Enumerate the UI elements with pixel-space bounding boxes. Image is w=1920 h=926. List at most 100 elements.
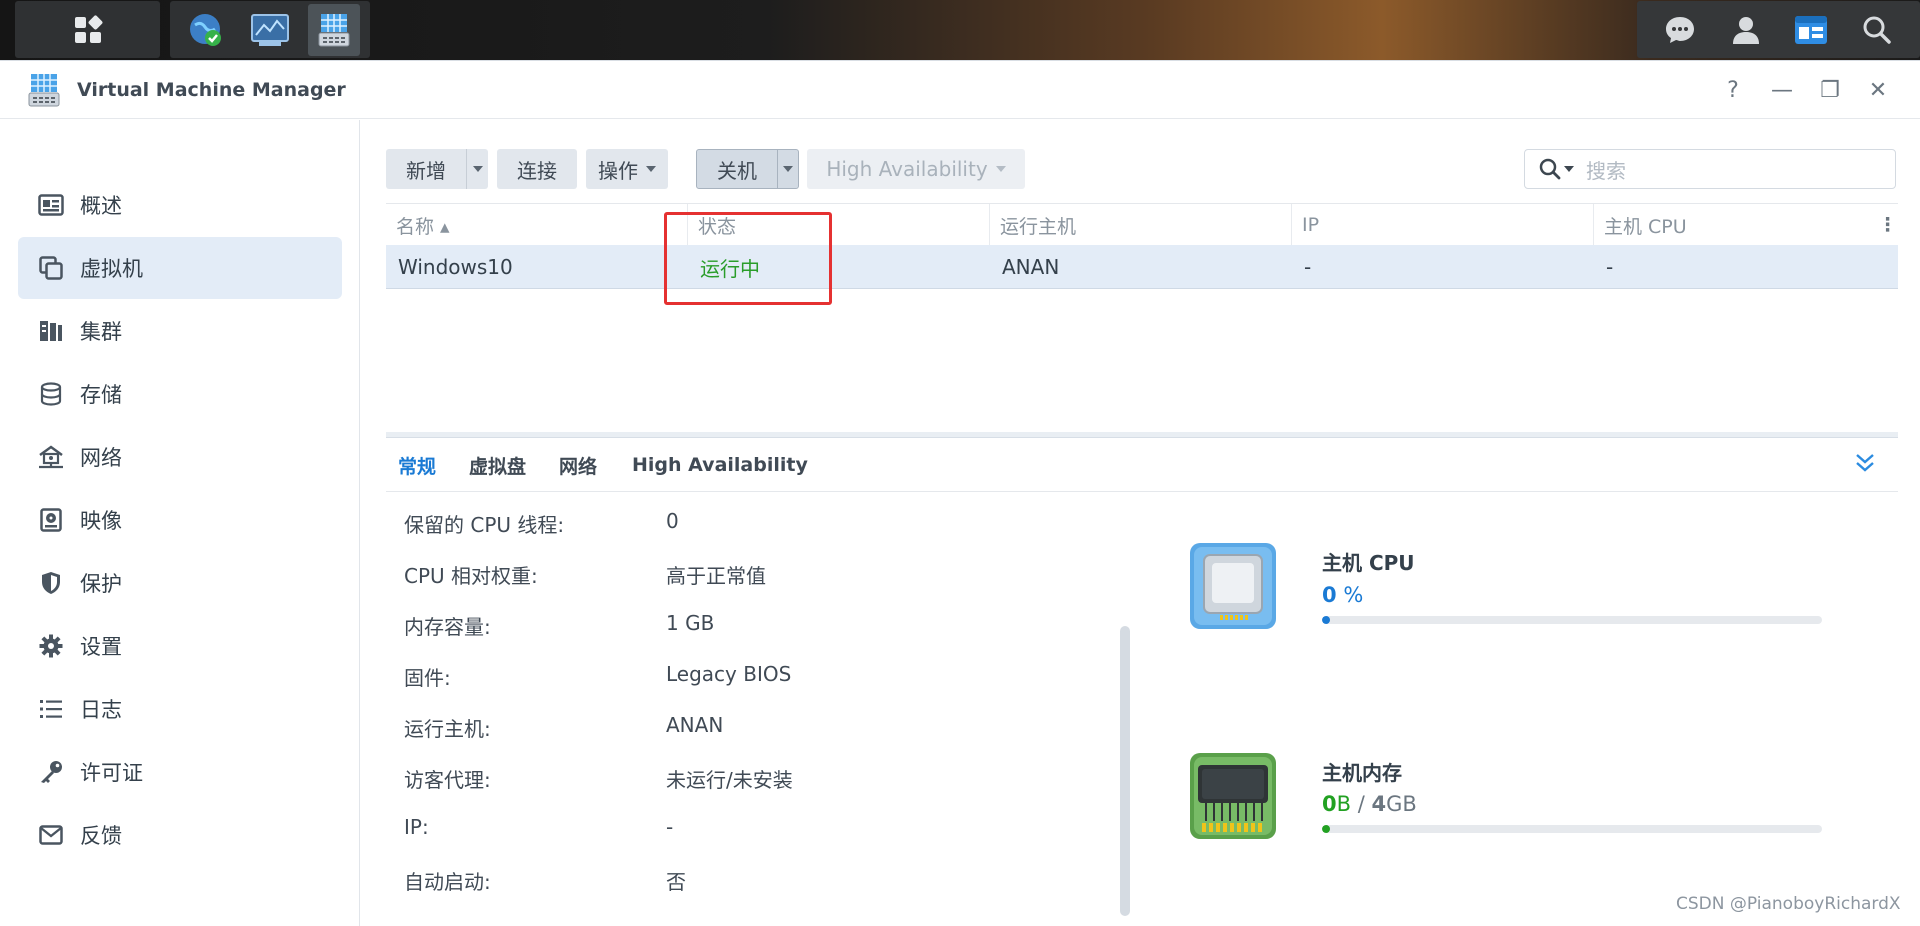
virtual-machine-manager-icon: [27, 72, 61, 112]
virtual-machine-manager-taskbar-icon[interactable]: [308, 3, 360, 56]
property-value: Legacy BIOS: [666, 662, 792, 686]
vm-host-cell: ANAN: [1002, 255, 1060, 279]
property-label: 访客代理:: [404, 768, 491, 792]
chevron-down-icon: [995, 166, 1006, 172]
storage-icon: [38, 381, 64, 407]
property-value: 0: [666, 509, 679, 533]
widgets-icon[interactable]: [1785, 4, 1837, 56]
shutdown-dropdown-button[interactable]: [777, 149, 799, 189]
host-memory-title: 主机内存: [1322, 761, 1402, 785]
help-button[interactable]: ?: [1718, 75, 1748, 105]
watermark: CSDN @PianoboyRichardX: [1676, 894, 1901, 914]
action-button[interactable]: 操作: [586, 149, 668, 189]
action-button-label: 操作: [598, 158, 638, 183]
add-button[interactable]: 新增: [386, 149, 466, 189]
properties-scrollbar[interactable]: [1120, 626, 1130, 916]
column-header-host-cpu[interactable]: 主机 CPU: [1594, 204, 1874, 246]
image-icon: [38, 507, 64, 533]
connect-button[interactable]: 连接: [497, 149, 577, 189]
vm-name-cell: Windows10: [398, 255, 513, 279]
search-icon: [1539, 158, 1561, 180]
column-header-ip[interactable]: IP: [1292, 204, 1594, 246]
chat-icon[interactable]: [1654, 4, 1706, 56]
minimize-button[interactable]: —: [1767, 75, 1797, 105]
property-value: 1 GB: [666, 611, 715, 635]
host-cpu-title: 主机 CPU: [1322, 551, 1415, 575]
vm-grid-header: 名称 ▴ 状态 运行主机 IP 主机 CPU ⋮: [386, 203, 1898, 246]
column-header-name[interactable]: 名称 ▴: [386, 204, 688, 246]
high-availability-button: High Availability: [807, 149, 1025, 189]
sidebar-item-virtual-machine[interactable]: 虚拟机: [18, 237, 342, 299]
user-icon[interactable]: [1720, 4, 1772, 56]
network-icon: [38, 444, 64, 470]
taskbar-apps-group: [170, 1, 370, 58]
security-advisor-icon[interactable]: [180, 4, 232, 56]
sidebar-item-label: 集群: [80, 320, 122, 344]
memory-module-icon: [1188, 751, 1278, 841]
property-value: 高于正常值: [666, 564, 766, 588]
property-label: 固件:: [404, 666, 451, 690]
sidebar-item-label: 许可证: [80, 761, 143, 785]
add-dropdown-button[interactable]: [466, 149, 488, 189]
table-row[interactable]: Windows10 运行中 ANAN - -: [386, 245, 1898, 289]
host-cpu-unit: %: [1343, 583, 1364, 607]
vm-cpu-cell: -: [1606, 255, 1614, 279]
sidebar-item-label: 保护: [80, 572, 122, 596]
key-icon: [38, 759, 64, 785]
sidebar-item-protection[interactable]: 保护: [18, 552, 342, 614]
column-header-host[interactable]: 运行主机: [990, 204, 1292, 246]
property-label: 运行主机:: [404, 717, 491, 741]
host-memory-total-unit: GB: [1386, 792, 1417, 816]
sidebar-item-feedback[interactable]: 反馈: [18, 804, 342, 866]
taskbar: [0, 0, 1920, 60]
tab-virtual-disk[interactable]: 虚拟盘: [469, 438, 526, 492]
sidebar-item-image[interactable]: 映像: [18, 489, 342, 551]
restore-button[interactable]: ❐: [1815, 75, 1845, 105]
sidebar-item-license[interactable]: 许可证: [18, 741, 342, 803]
collapse-panel-icon[interactable]: [1855, 452, 1875, 478]
tab-high-availability[interactable]: High Availability: [632, 438, 808, 492]
chevron-down-icon: [472, 166, 483, 172]
host-memory-progress: [1322, 825, 1822, 833]
shutdown-button[interactable]: 关机: [696, 149, 778, 189]
chevron-down-icon: [783, 166, 793, 172]
sidebar-item-label: 设置: [80, 635, 122, 659]
sidebar-item-label: 虚拟机: [80, 257, 143, 281]
property-label: 内存容量:: [404, 615, 491, 639]
gear-icon: [38, 633, 64, 659]
property-label: 自动启动:: [404, 870, 491, 894]
vmm-window: Virtual Machine Manager ? — ❐ ✕ 概述 虚拟机 集…: [0, 60, 1920, 926]
host-memory-total: 4: [1371, 792, 1387, 816]
main-menu-icon[interactable]: [62, 4, 114, 56]
tab-general[interactable]: 常规: [398, 438, 436, 492]
property-label: 保留的 CPU 线程:: [404, 513, 565, 537]
property-value: ANAN: [666, 713, 724, 737]
sidebar-item-cluster[interactable]: 集群: [18, 300, 342, 362]
virtual-machine-icon: [38, 255, 64, 281]
sidebar-item-network[interactable]: 网络: [18, 426, 342, 488]
resource-monitor-icon[interactable]: [244, 4, 296, 56]
property-value: -: [666, 815, 674, 839]
host-memory-value: 0B / 4GB: [1322, 792, 1417, 816]
log-list-icon: [38, 696, 64, 722]
sidebar-item-storage[interactable]: 存储: [18, 363, 342, 425]
annotation-highlight-box: [664, 212, 832, 305]
column-menu-icon[interactable]: ⋮: [1874, 204, 1898, 246]
search-field[interactable]: 搜索: [1524, 149, 1896, 189]
tab-network[interactable]: 网络: [559, 438, 597, 492]
sidebar-item-label: 日志: [80, 698, 122, 722]
search-icon[interactable]: [1851, 4, 1903, 56]
host-memory-used-unit: B: [1336, 792, 1352, 816]
close-button[interactable]: ✕: [1863, 75, 1893, 105]
vm-ip-cell: -: [1304, 255, 1312, 279]
mail-icon: [38, 822, 64, 848]
window-titlebar[interactable]: Virtual Machine Manager ? — ❐ ✕: [0, 61, 1920, 119]
host-memory-progress-fill: [1322, 825, 1330, 833]
sidebar-item-label: 反馈: [80, 824, 122, 848]
sidebar-item-overview[interactable]: 概述: [18, 174, 342, 236]
sidebar-item-label: 映像: [80, 509, 122, 533]
sidebar-item-settings[interactable]: 设置: [18, 615, 342, 677]
sidebar-item-log[interactable]: 日志: [18, 678, 342, 740]
host-memory-separator: /: [1357, 792, 1365, 816]
sidebar-item-label: 概述: [80, 194, 122, 218]
